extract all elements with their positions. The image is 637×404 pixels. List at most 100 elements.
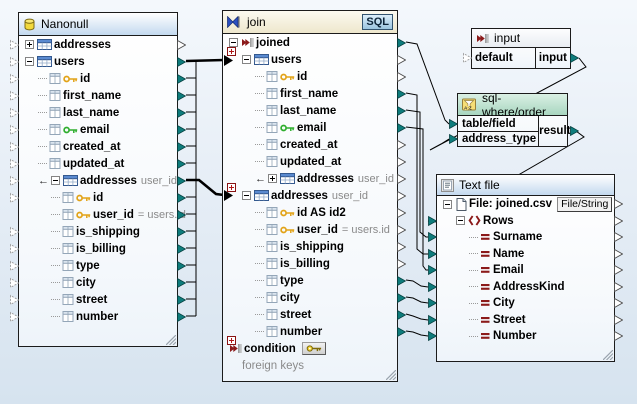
input-port-email[interactable] — [10, 124, 19, 135]
component-input[interactable]: inputdefaultinput — [471, 28, 571, 69]
input-port-addresses[interactable] — [10, 39, 19, 50]
sql-input-address-type[interactable]: address_type — [458, 131, 538, 146]
sql-result-cell[interactable]: result — [538, 116, 570, 146]
output-port-addresses[interactable] — [177, 39, 186, 50]
output-port-user-id[interactable] — [397, 224, 406, 235]
tree-item-email[interactable]: email — [223, 119, 397, 136]
tree-item-city[interactable]: city — [19, 274, 177, 291]
output-port-city[interactable] — [177, 277, 186, 288]
output-port-joined[interactable] — [397, 37, 406, 48]
component-header-nanonull[interactable]: Nanonull — [19, 13, 177, 36]
input-port-id[interactable] — [10, 73, 19, 84]
output-port-number[interactable] — [177, 311, 186, 322]
expander-plus-icon[interactable] — [268, 174, 277, 183]
connection-line[interactable] — [406, 314, 428, 320]
output-port-id[interactable] — [397, 71, 406, 82]
expander-minus-icon[interactable] — [242, 55, 251, 64]
tree-item-foreign-keys[interactable]: foreign keys — [223, 357, 397, 374]
tree-item-updated-at[interactable]: updated_at — [19, 155, 177, 172]
connection-line-bold[interactable] — [186, 60, 224, 61]
resize-grip-icon[interactable] — [166, 335, 176, 345]
input-port-email[interactable] — [428, 265, 437, 276]
input-port-updated-at[interactable] — [10, 158, 19, 169]
expander-plus-icon[interactable] — [25, 40, 34, 49]
component-header-input[interactable]: input — [472, 29, 570, 48]
connection-line[interactable] — [406, 42, 449, 124]
output-port-user-id[interactable] — [177, 209, 186, 220]
tree-item-first-name[interactable]: first_name — [19, 87, 177, 104]
output-port-updated-at[interactable] — [177, 158, 186, 169]
input-port-surname[interactable] — [428, 232, 437, 243]
tree-item-street[interactable]: street — [19, 291, 177, 308]
output-port-is-billing[interactable] — [397, 258, 406, 269]
tree-item-last-name[interactable]: last_name — [19, 104, 177, 121]
tree-item-street[interactable]: street — [223, 306, 397, 323]
tree-item-users[interactable]: users — [19, 53, 177, 70]
tree-item-street[interactable]: Street — [437, 312, 614, 329]
tree-item-surname[interactable]: Surname — [437, 229, 614, 246]
tree-item-number[interactable]: Number — [437, 328, 614, 345]
tree-item-number[interactable]: number — [19, 308, 177, 325]
input-port-addresskind[interactable] — [428, 281, 437, 292]
tree-item-id-as-id2[interactable]: id AS id2 — [223, 204, 397, 221]
tree-item-condition[interactable]: condition — [223, 340, 397, 357]
expander-minus-icon[interactable] — [443, 200, 452, 209]
expander-minus-icon[interactable] — [456, 216, 465, 225]
output-port-email[interactable] — [614, 265, 623, 276]
input-port-id[interactable] — [10, 192, 19, 203]
tree-item-type[interactable]: type — [223, 272, 397, 289]
input-port-created-at[interactable] — [10, 141, 19, 152]
connection-line[interactable] — [406, 280, 428, 287]
input-port-table-field[interactable] — [449, 118, 458, 129]
input-port-name[interactable] — [428, 248, 437, 259]
output-port-city[interactable] — [614, 298, 623, 309]
sql-input-table-field[interactable]: table/field — [458, 116, 538, 131]
input-port-number[interactable] — [428, 331, 437, 342]
component-textfile[interactable]: Text fileFile: joined.csvFile/StringRows… — [436, 174, 615, 362]
tree-item-updated-at[interactable]: updated_at — [223, 153, 397, 170]
condition-key-button[interactable] — [302, 342, 326, 355]
tree-item-id[interactable]: id — [19, 189, 177, 206]
tree-item-number[interactable]: number — [223, 323, 397, 340]
component-header-sqlwhere[interactable]: A;Zsql-where/order — [458, 94, 567, 116]
output-port-email[interactable] — [177, 124, 186, 135]
output-port-street[interactable] — [614, 314, 623, 325]
tree-item-rows[interactable]: Rows — [437, 213, 614, 230]
expander-minus-icon[interactable] — [25, 57, 34, 66]
output-port-first-name[interactable] — [177, 90, 186, 101]
output-port-type[interactable] — [177, 260, 186, 271]
output-port-last-name[interactable] — [177, 107, 186, 118]
output-port-surname[interactable] — [614, 232, 623, 243]
duplicate-input-button[interactable] — [227, 47, 236, 56]
output-port-id[interactable] — [177, 192, 186, 203]
tree-item-type[interactable]: type — [19, 257, 177, 274]
file-string-button[interactable]: File/String — [557, 197, 612, 212]
connection-line[interactable] — [406, 93, 428, 254]
output-port-is-billing[interactable] — [177, 243, 186, 254]
resize-grip-icon[interactable] — [386, 370, 396, 380]
expander-minus-icon[interactable] — [242, 191, 251, 200]
expander-minus-icon[interactable] — [51, 176, 60, 185]
input-port-is-billing[interactable] — [10, 243, 19, 254]
output-port-street[interactable] — [397, 309, 406, 320]
tree-item-user-id[interactable]: user_id= users.id — [223, 221, 397, 238]
component-sqlwhere[interactable]: A;Zsql-where/ordertable/fieldaddress_typ… — [457, 93, 568, 147]
tree-item-city[interactable]: City — [437, 295, 614, 312]
resize-grip-icon[interactable] — [603, 350, 613, 360]
input-port-last-name[interactable] — [10, 107, 19, 118]
input-port-street[interactable] — [10, 294, 19, 305]
output-port-city[interactable] — [397, 292, 406, 303]
tree-item-last-name[interactable]: last_name — [223, 102, 397, 119]
input-port-number[interactable] — [10, 311, 19, 322]
tree-item-email[interactable]: Email — [437, 262, 614, 279]
output-port-email[interactable] — [397, 122, 406, 133]
tree-item-users[interactable]: users — [223, 51, 397, 68]
tree-item-email[interactable]: email — [19, 121, 177, 138]
tree-item-id[interactable]: id — [223, 68, 397, 85]
output-port-first-name[interactable] — [397, 88, 406, 99]
tree-item-joined[interactable]: joined — [223, 34, 397, 51]
input-port-address-type[interactable] — [449, 134, 458, 145]
tree-item-addresses[interactable]: ←addressesuser_id — [223, 170, 397, 187]
output-port-is-shipping[interactable] — [397, 241, 406, 252]
component-header-join[interactable]: joinSQL — [223, 11, 397, 34]
